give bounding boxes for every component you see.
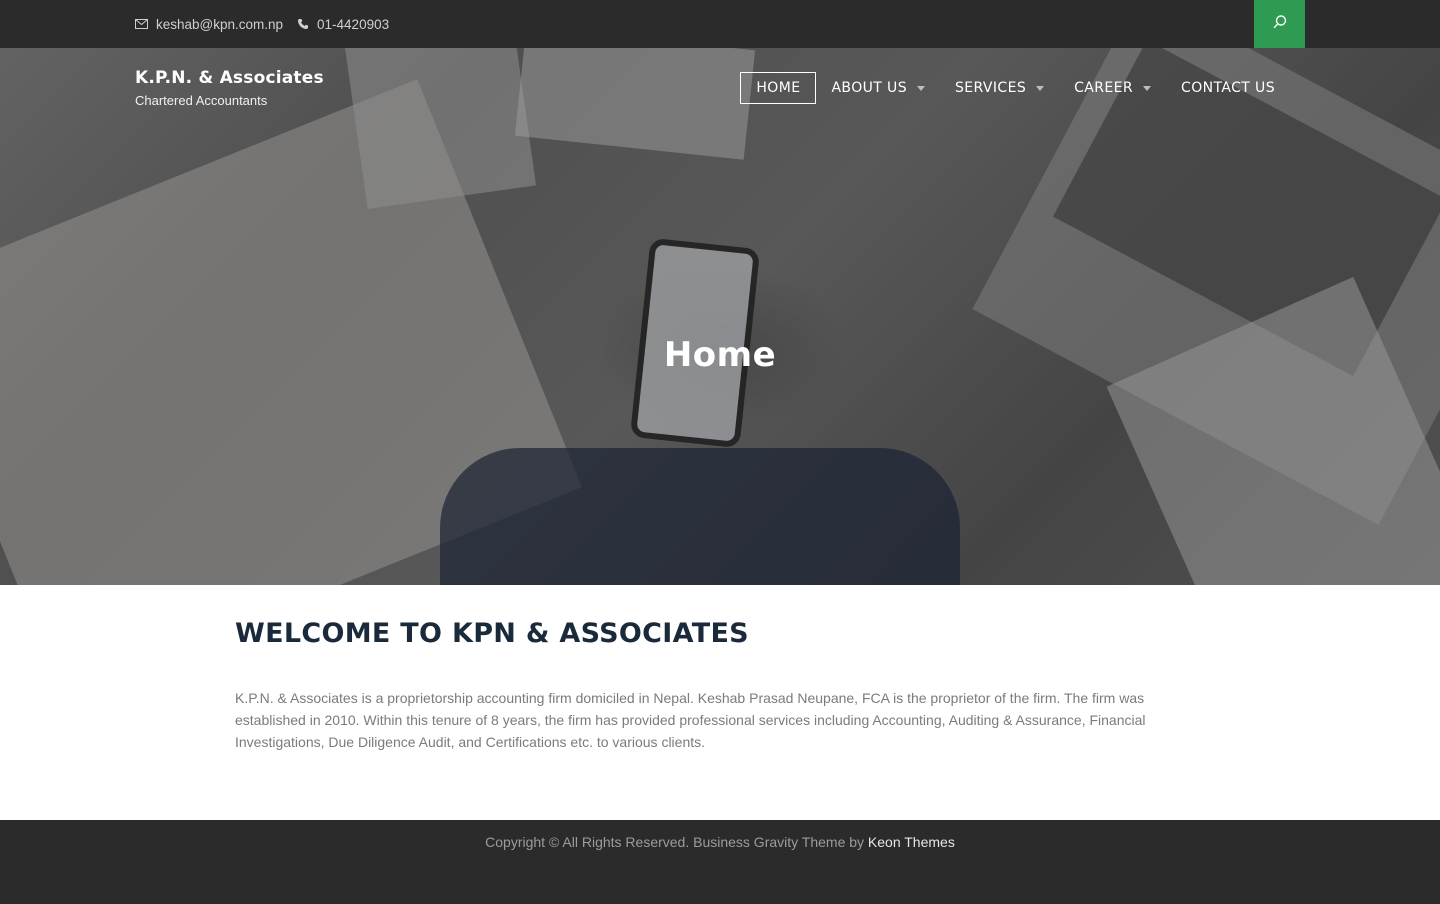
nav-item-about-us[interactable]: ABOUT US bbox=[816, 73, 940, 103]
envelope-icon bbox=[135, 19, 148, 29]
intro-paragraph: K.P.N. & Associates is a proprietorship … bbox=[235, 690, 1146, 750]
phone-text: 01-4420903 bbox=[317, 16, 390, 32]
caret-down-icon bbox=[1036, 85, 1045, 91]
phone-contact[interactable]: 01-4420903 bbox=[297, 17, 389, 32]
site-title[interactable]: K.P.N. & Associates bbox=[135, 68, 324, 88]
copyright-label: Copyright © All Rights Reserved. Busines… bbox=[485, 834, 865, 850]
main-content: WELCOME TO KPN & ASSOCIATES K.P.N. & Ass… bbox=[235, 618, 1205, 753]
email-contact[interactable]: keshab@kpn.com.np bbox=[135, 17, 283, 32]
contact-info: keshab@kpn.com.np 01-4420903 bbox=[135, 0, 389, 48]
nav-item-label: CONTACT US bbox=[1181, 80, 1275, 96]
nav-item-label: SERVICES bbox=[955, 80, 1027, 96]
top-bar: keshab@kpn.com.np 01-4420903 bbox=[0, 0, 1440, 48]
theme-author-link[interactable]: Keon Themes bbox=[868, 834, 955, 850]
search-button[interactable] bbox=[1254, 0, 1305, 48]
nav-item-contact-us[interactable]: CONTACT US bbox=[1166, 73, 1290, 103]
nav-item-label: ABOUT US bbox=[831, 80, 907, 96]
site-branding[interactable]: K.P.N. & Associates Chartered Accountant… bbox=[135, 68, 324, 108]
caret-down-icon bbox=[1143, 85, 1152, 91]
main-navigation: HOME ABOUT US SERVICES CAREER CONTACT US bbox=[740, 72, 1290, 104]
nav-item-home[interactable]: HOME bbox=[740, 72, 817, 104]
nav-item-label: CAREER bbox=[1074, 80, 1134, 96]
site-tagline: Chartered Accountants bbox=[135, 93, 268, 108]
nav-item-career[interactable]: CAREER bbox=[1059, 73, 1166, 103]
nav-item-services[interactable]: SERVICES bbox=[940, 73, 1059, 103]
phone-icon bbox=[297, 18, 309, 30]
copyright-text: Copyright © All Rights Reserved. Busines… bbox=[0, 834, 1440, 850]
welcome-heading: WELCOME TO KPN & ASSOCIATES bbox=[235, 618, 749, 649]
page-title: Home bbox=[663, 335, 777, 375]
site-footer: Copyright © All Rights Reserved. Busines… bbox=[0, 820, 1440, 904]
caret-down-icon bbox=[917, 85, 925, 91]
hero-banner bbox=[0, 48, 1440, 585]
email-text: keshab@kpn.com.np bbox=[156, 16, 284, 32]
nav-item-label: HOME bbox=[756, 80, 801, 96]
hero-overlay bbox=[0, 48, 1440, 585]
search-icon bbox=[1272, 14, 1288, 35]
